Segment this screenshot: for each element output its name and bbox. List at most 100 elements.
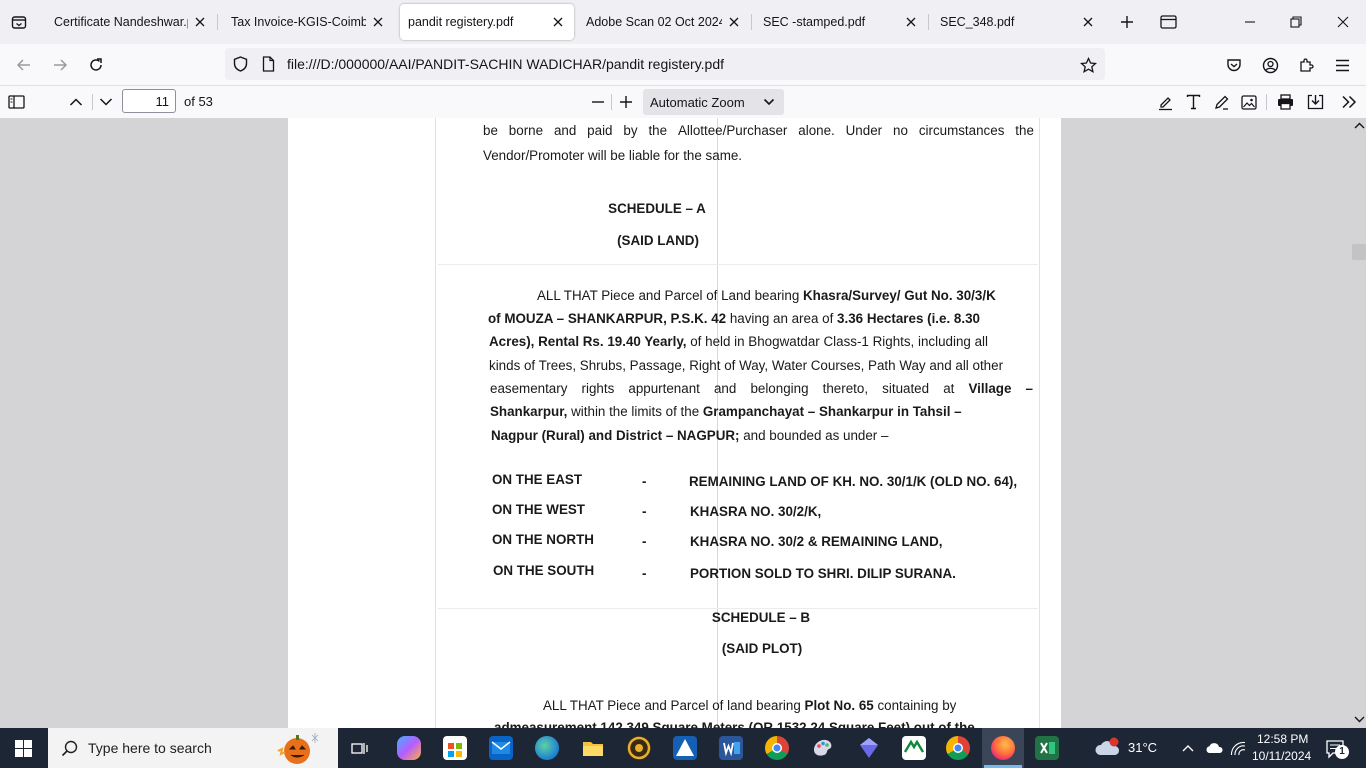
- highlight-icon[interactable]: [1155, 92, 1175, 112]
- tab-separator: [928, 14, 929, 30]
- schedule-a-line: ALL THAT Piece and Parcel of Land bearin…: [537, 288, 996, 303]
- text-run: 3.36 Hectares (i.e. 8.30: [837, 311, 980, 326]
- network-icon[interactable]: [1229, 740, 1247, 756]
- word: be: [483, 123, 498, 138]
- windows-start-icon[interactable]: [14, 739, 32, 757]
- scroll-down-icon[interactable]: [1353, 714, 1365, 724]
- pdf-viewer[interactable]: be borne and paid by the Allottee/Purchaser alo…: [0, 118, 1366, 728]
- mail-icon[interactable]: [489, 736, 513, 760]
- schedule-b-subtitle: (SAID PLOT): [721, 641, 803, 656]
- scroll-up-icon[interactable]: [1353, 120, 1365, 130]
- scan-fold-line: [435, 118, 436, 728]
- print-icon[interactable]: [1275, 92, 1295, 112]
- vertical-scrollbar[interactable]: [1350, 118, 1366, 728]
- close-icon[interactable]: [370, 14, 386, 30]
- schedule-a-subtitle: (SAID LAND): [617, 233, 699, 248]
- image-tool-icon[interactable]: [1239, 92, 1259, 112]
- text-run: Acres), Rental Rs. 19.40 Yearly,: [489, 334, 687, 349]
- app-icon-diamond[interactable]: [857, 736, 881, 760]
- file-explorer-icon[interactable]: [581, 736, 605, 760]
- save-icon[interactable]: [1305, 92, 1325, 112]
- minimize-icon[interactable]: [1240, 13, 1260, 31]
- sidebar-toggle-icon[interactable]: [6, 93, 26, 111]
- restore-icon[interactable]: [1286, 13, 1306, 31]
- page-file-icon[interactable]: [260, 56, 276, 72]
- tab-tax-invoice[interactable]: Tax Invoice-KGIS-Coimbatore: [223, 4, 394, 40]
- taskbar-search[interactable]: Type here to search: [48, 728, 338, 768]
- bookmark-star-icon[interactable]: [1079, 56, 1097, 74]
- app-icon-triangle[interactable]: [673, 736, 697, 760]
- reload-icon[interactable]: [86, 55, 106, 75]
- show-hidden-icons-chevron-icon[interactable]: [1181, 741, 1195, 755]
- close-icon[interactable]: [1080, 14, 1096, 30]
- word: Under: [845, 123, 883, 138]
- paint-icon[interactable]: [811, 736, 835, 760]
- tab-list-icon[interactable]: [10, 13, 28, 31]
- task-view-icon[interactable]: [350, 738, 370, 758]
- firefox-icon[interactable]: [991, 736, 1015, 760]
- chrome-icon[interactable]: [765, 736, 789, 760]
- clock-time[interactable]: 12:58 PM: [1257, 732, 1308, 746]
- tab-adobe-scan[interactable]: Adobe Scan 02 Oct 2024 (3: [578, 4, 750, 40]
- word: –: [1025, 381, 1033, 396]
- app-icon-green[interactable]: [902, 736, 926, 760]
- close-icon[interactable]: [550, 14, 566, 30]
- next-page-icon[interactable]: [96, 93, 116, 111]
- word: Allottee/Purchaser: [677, 123, 788, 138]
- weather-temperature: 31°C: [1128, 740, 1158, 755]
- word: alone.: [798, 123, 835, 138]
- excel-icon[interactable]: [1035, 736, 1059, 760]
- notification-center-icon[interactable]: 1: [1323, 738, 1349, 760]
- extensions-icon[interactable]: [1296, 55, 1316, 75]
- word: and: [713, 381, 737, 396]
- text-tool-icon[interactable]: [1183, 92, 1203, 112]
- new-tab-icon[interactable]: [1118, 13, 1136, 31]
- boundary-dash: -: [642, 504, 647, 519]
- boundary-desc: KHASRA NO. 30/2 & REMAINING LAND,: [690, 534, 943, 549]
- search-placeholder: Type here to search: [88, 740, 212, 756]
- word: at: [943, 381, 955, 396]
- window-view-icon[interactable]: [1158, 13, 1178, 31]
- edge-browser-icon[interactable]: [535, 736, 559, 760]
- previous-page-icon[interactable]: [66, 93, 86, 111]
- zoom-out-icon[interactable]: [589, 93, 607, 111]
- close-icon[interactable]: [903, 14, 919, 30]
- boundary-dash: -: [642, 534, 647, 549]
- back-icon[interactable]: [14, 55, 34, 75]
- copilot-icon[interactable]: [397, 736, 421, 760]
- boundary-dash: -: [642, 566, 647, 581]
- schedule-b-line: ALL THAT Piece and Parcel of land bearin…: [543, 698, 956, 713]
- pdf-page: be borne and paid by the Allottee/Purchaser alo…: [288, 118, 1061, 728]
- scrollbar-thumb[interactable]: [1352, 244, 1366, 260]
- forward-icon[interactable]: [50, 55, 70, 75]
- word-icon[interactable]: [719, 736, 743, 760]
- page-number-input[interactable]: 11: [122, 89, 176, 113]
- tab-certificate[interactable]: Certificate Nandeshwar.pdf: [46, 4, 216, 40]
- url-bar[interactable]: file:///D:/000000/AAI/PANDIT-SACHIN WADI…: [225, 48, 1105, 80]
- close-window-icon[interactable]: [1333, 13, 1353, 31]
- pocket-icon[interactable]: [1224, 55, 1244, 75]
- word: paid: [587, 123, 613, 138]
- onedrive-cloud-icon[interactable]: [1204, 741, 1224, 755]
- tab-sec-348[interactable]: SEC_348.pdf: [932, 4, 1104, 40]
- clock-date[interactable]: 10/11/2024: [1252, 749, 1311, 763]
- word: easementary: [490, 381, 568, 396]
- weather-icon[interactable]: [1094, 736, 1122, 760]
- close-icon[interactable]: [726, 14, 742, 30]
- tools-menu-icon[interactable]: [1339, 92, 1359, 112]
- chrome-profile-icon[interactable]: [946, 736, 970, 760]
- tracking-shield-icon[interactable]: [232, 56, 248, 72]
- paragraph-line: Vendor/Promoter will be liable for the s…: [483, 148, 743, 163]
- draw-icon[interactable]: [1211, 92, 1231, 112]
- zoom-select[interactable]: Automatic Zoom: [643, 89, 784, 115]
- app-icon-gold[interactable]: [627, 736, 651, 760]
- tab-sec-stamped[interactable]: SEC -stamped.pdf: [755, 4, 927, 40]
- menu-icon[interactable]: [1332, 55, 1352, 75]
- halloween-pumpkin-icon: [276, 731, 320, 765]
- close-icon[interactable]: [192, 14, 208, 30]
- tab-pandit-registery[interactable]: pandit registery.pdf: [400, 4, 574, 40]
- microsoft-store-icon[interactable]: [443, 736, 467, 760]
- zoom-in-icon[interactable]: [617, 93, 635, 111]
- account-icon[interactable]: [1260, 55, 1280, 75]
- word: and: [553, 123, 577, 138]
